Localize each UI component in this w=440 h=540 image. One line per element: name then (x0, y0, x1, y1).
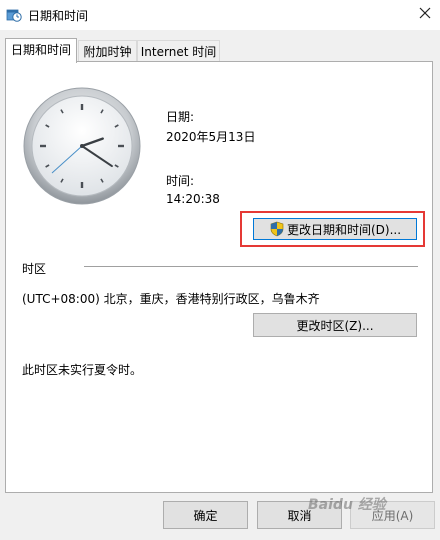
tab-date-and-time[interactable]: 日期和时间 (5, 38, 77, 63)
change-date-time-label: 更改日期和时间(D)... (286, 222, 402, 237)
title-bar: 日期和时间 (0, 0, 440, 30)
timezone-value: (UTC+08:00) 北京，重庆，香港特别行政区，乌鲁木齐 (22, 292, 320, 306)
change-date-time-button[interactable]: 更改日期和时间(D)... (253, 218, 417, 240)
uac-shield-icon (270, 221, 284, 237)
date-value: 2020年5月13日 (166, 130, 256, 144)
tab-additional-clocks[interactable]: 附加时钟 (78, 40, 137, 63)
time-value: 14:20:38 (166, 192, 220, 206)
watermark-text: Baidu 经验 (308, 497, 386, 513)
clock-app-icon (6, 9, 22, 22)
tab-internet-time[interactable]: Internet 时间 (137, 40, 220, 63)
time-label: 时间: (166, 174, 195, 188)
date-label: 日期: (166, 110, 195, 124)
window-title: 日期和时间 (28, 9, 89, 23)
timezone-divider (84, 266, 418, 267)
timezone-heading: 时区 (22, 262, 47, 276)
ok-button[interactable]: 确定 (163, 501, 248, 529)
dst-note: 此时区未实行夏令时。 (22, 363, 143, 377)
analog-clock (23, 87, 141, 205)
close-icon[interactable] (416, 4, 434, 22)
change-timezone-button[interactable]: 更改时区(Z)... (253, 313, 417, 337)
